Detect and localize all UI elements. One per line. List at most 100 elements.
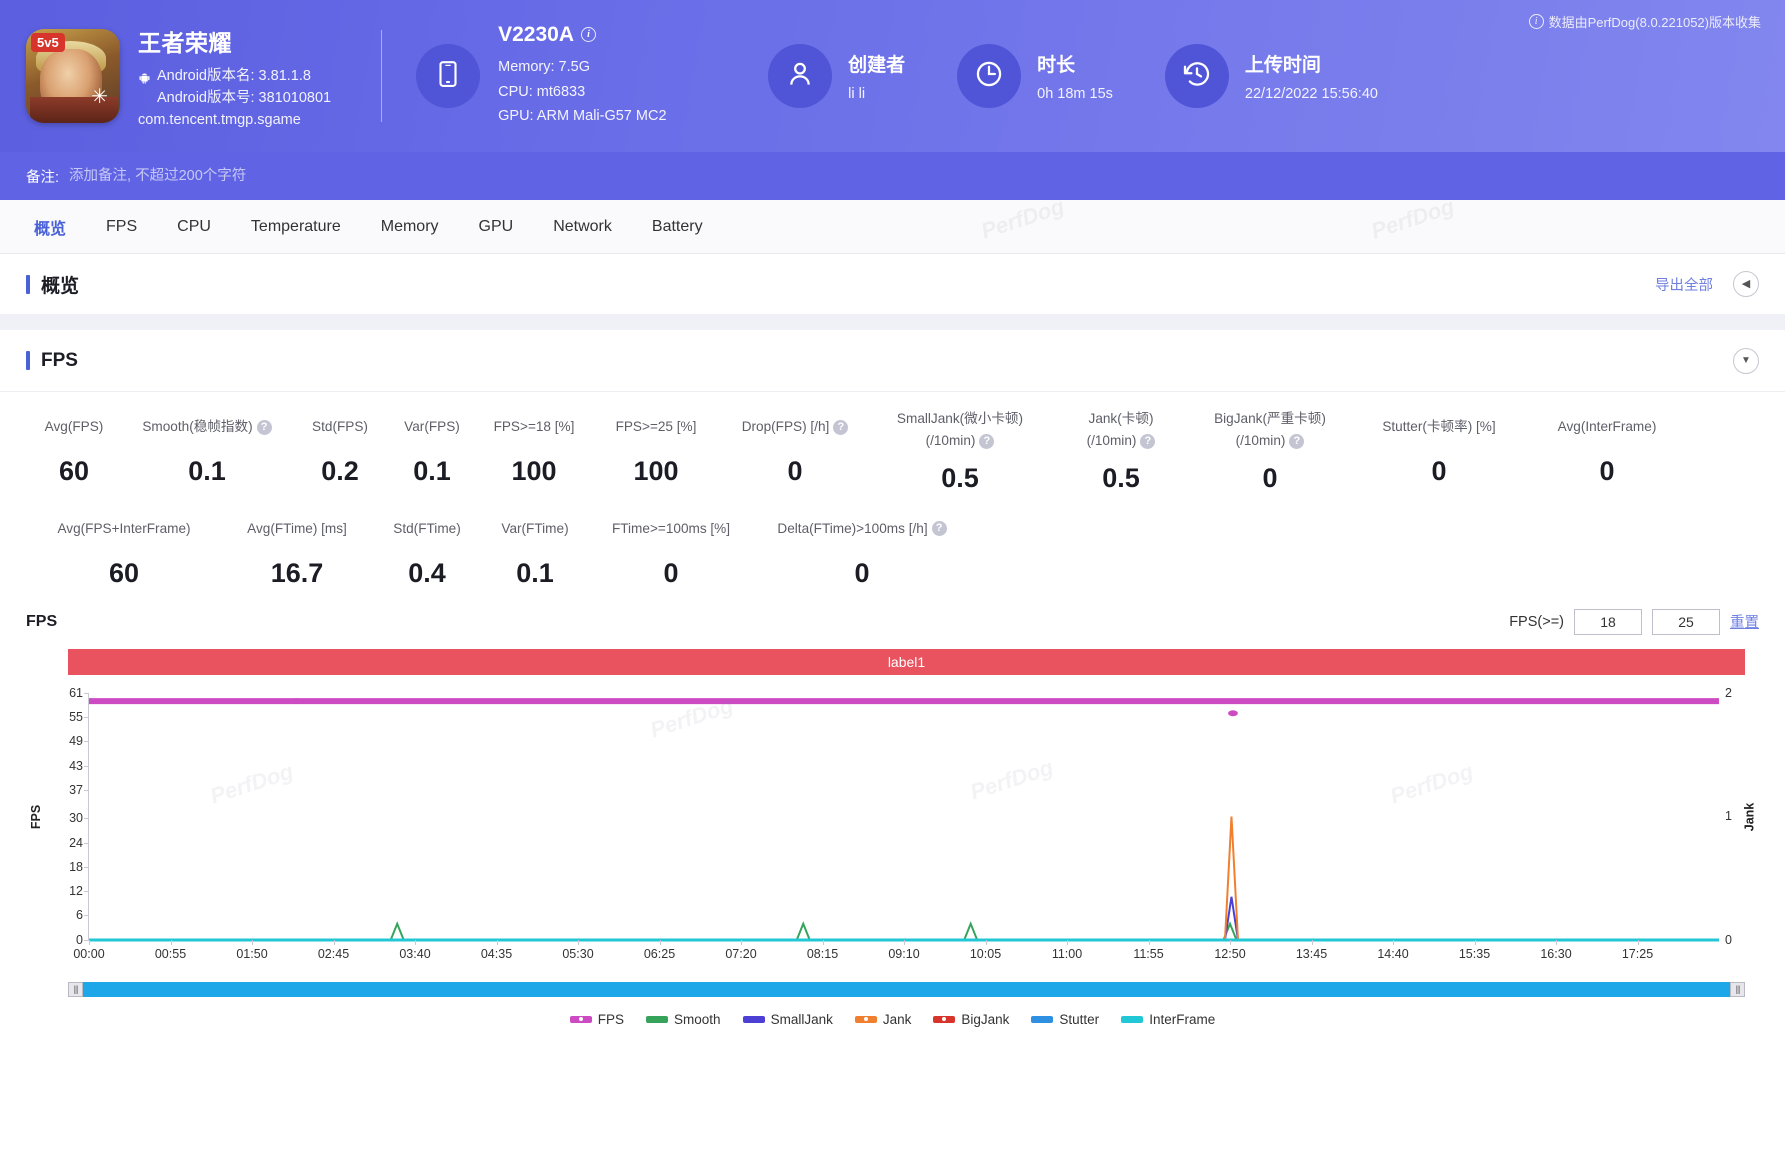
x-axis-tick: 00:55 (154, 946, 187, 961)
help-icon[interactable]: ? (833, 419, 849, 435)
metric-label-text: Avg(InterFrame) (1557, 418, 1657, 434)
x-axis-tick-mark (89, 939, 90, 945)
help-icon[interactable]: ? (1140, 434, 1156, 450)
tab-battery[interactable]: Battery (636, 210, 719, 244)
tab-gpu[interactable]: GPU (463, 210, 530, 244)
scrollbar-left-handle[interactable]: ||| (68, 981, 83, 997)
legend-swatch-icon (742, 1015, 765, 1023)
creator-block: 创建者 li li (768, 44, 905, 108)
y-axis-tick-mark (84, 765, 89, 767)
legend-label: Smooth (674, 1011, 721, 1027)
y-axis-title: FPS (29, 804, 44, 829)
duration-value: 0h 18m 15s (1037, 86, 1113, 102)
x-axis-tick: 04:35 (480, 946, 513, 961)
metric-label-text: SmallJank(微小卡顿) (896, 411, 1024, 426)
metric-value: 0.2 (321, 456, 359, 486)
tab-fps[interactable]: FPS (90, 210, 153, 244)
metric-label: FTime>=100ms [%] (594, 512, 748, 546)
x-axis-tick-mark (904, 939, 905, 945)
metric-value: 0 (663, 557, 679, 588)
collapse-toggle-button[interactable]: ◀ (1733, 271, 1759, 297)
metric-label: Delta(FTime)>100ms [/h]? (760, 512, 964, 546)
tab-概览[interactable]: 概览 (18, 207, 82, 247)
metric-delta-ftime-100ms-h: Delta(FTime)>100ms [/h]? 0 (754, 512, 970, 589)
x-axis-tick-mark (1393, 939, 1394, 945)
metric-fps-25: FPS>=25 [%] 100 (592, 410, 720, 487)
device-info-icon[interactable]: i (581, 27, 597, 43)
x-axis-tick: 06:25 (643, 946, 676, 961)
metric-value: 0.1 (188, 456, 226, 486)
x-axis-tick: 11:55 (1133, 946, 1164, 961)
metric-var-fps: Var(FPS) 0.1 (388, 410, 476, 487)
fps-title-group: FPS (26, 350, 78, 372)
metric-label: Var(FPS) (394, 410, 470, 444)
help-icon[interactable]: ? (931, 521, 947, 537)
scrollbar-right-handle[interactable]: ||| (1730, 981, 1745, 997)
app-meta: 王者荣耀 Android版本名: 3.81.1.8 Android版本号: 38… (138, 24, 331, 129)
device-meta: V2230A i Memory: 7.5G CPU: mt6833 GPU: A… (498, 23, 666, 130)
metric-avg-fps-interframe: Avg(FPS+InterFrame) 60 (26, 512, 222, 589)
legend-item-jank[interactable]: Jank (854, 1012, 911, 1027)
help-icon[interactable]: ? (979, 434, 995, 450)
fps-plot-canvas[interactable]: PerfDog PerfDog PerfDog PerfDog 61 55 49 43… (69, 686, 1732, 961)
export-all-button[interactable]: 导出全部 (1655, 274, 1713, 295)
app-icon: 5v5 ✳ (26, 29, 120, 123)
history-icon-circle (1164, 44, 1229, 108)
legend-swatch-icon (933, 1015, 956, 1023)
reset-button[interactable]: 重置 (1730, 611, 1759, 632)
fps-panel-title: FPS (41, 349, 78, 371)
y-axis-tick: 43 (69, 758, 83, 773)
clock-icon-circle (957, 44, 1022, 108)
y-axis-tick-mark (84, 915, 89, 917)
y-axis-tick: 12 (69, 884, 83, 899)
note-label: 备注: (26, 169, 60, 186)
tab-memory[interactable]: Memory (365, 210, 455, 244)
scrollbar-track[interactable]: ||| ||| (68, 981, 1745, 997)
metric-label-text: Var(FPS) (404, 418, 460, 434)
x-axis-tick: 08:15 (806, 946, 839, 961)
timeline-scrollbar[interactable]: ||| ||| (68, 981, 1745, 998)
tab-temperature[interactable]: Temperature (235, 210, 357, 244)
metric-std-fps: Std(FPS) 0.2 (292, 410, 388, 487)
help-icon[interactable]: ? (1289, 434, 1305, 450)
tab-cpu[interactable]: CPU (161, 210, 227, 244)
metric-value: 100 (511, 456, 557, 486)
legend-item-smooth[interactable]: Smooth (646, 1012, 721, 1027)
tab-network[interactable]: Network (537, 210, 628, 244)
y-axis-tick: 6 (76, 908, 83, 923)
help-icon[interactable]: ? (256, 419, 272, 435)
y-axis-tick-mark (84, 741, 89, 743)
history-icon (1181, 58, 1213, 95)
timeline-label-band[interactable]: label1 (68, 648, 1745, 675)
legend-item-interframe[interactable]: InterFrame (1121, 1012, 1215, 1027)
header-divider (381, 30, 383, 122)
app-title: 王者荣耀 (138, 29, 232, 56)
x-axis-tick-mark (333, 939, 335, 945)
y2-axis-tick: 0 (1725, 932, 1732, 947)
fps-expand-toggle-button[interactable]: ▼ (1733, 347, 1759, 374)
upload-time-meta: 上传时间 22/12/2022 15:56:40 (1245, 50, 1378, 102)
legend-item-bigjank[interactable]: BigJank (933, 1012, 1009, 1027)
legend-item-stutter[interactable]: Stutter (1031, 1012, 1099, 1027)
x-axis-tick-mark (822, 939, 824, 945)
watermark: PerfDog (1368, 193, 1458, 244)
device-memory: Memory: 7.5G (498, 58, 590, 75)
series-spike-jank (1225, 816, 1238, 940)
fps-metrics-row-2: Avg(FPS+InterFrame) 60 Avg(FTime) [ms] 16.7… (26, 512, 1759, 589)
fps-plot-area: FPS Jank PerfDog PerfDog PerfDog PerfDog… (26, 686, 1759, 961)
star-icon: ✳ (91, 86, 108, 108)
app-info-block: 5v5 ✳ 王者荣耀 Android版本名: 3.81.1.8 Android版… (26, 24, 367, 129)
metric-label: Stutter(卡顿率) [%] (1354, 410, 1524, 444)
metric-value: 0.1 (413, 456, 451, 486)
fps-threshold-high-input[interactable] (1652, 608, 1720, 635)
note-input[interactable] (67, 167, 488, 185)
info-icon: i (1528, 14, 1544, 29)
metric-value: 0 (1262, 462, 1278, 493)
overview-actions: 导出全部 ◀ (1655, 271, 1759, 297)
y2-axis-tick: 2 (1725, 685, 1732, 700)
x-axis-tick: 14:40 (1377, 946, 1409, 961)
legend-item-fps[interactable]: FPS (569, 1012, 624, 1027)
duration-block: 时长 0h 18m 15s (957, 44, 1113, 108)
legend-item-smalljank[interactable]: SmallJank (742, 1012, 833, 1027)
fps-threshold-low-input[interactable] (1574, 608, 1642, 635)
